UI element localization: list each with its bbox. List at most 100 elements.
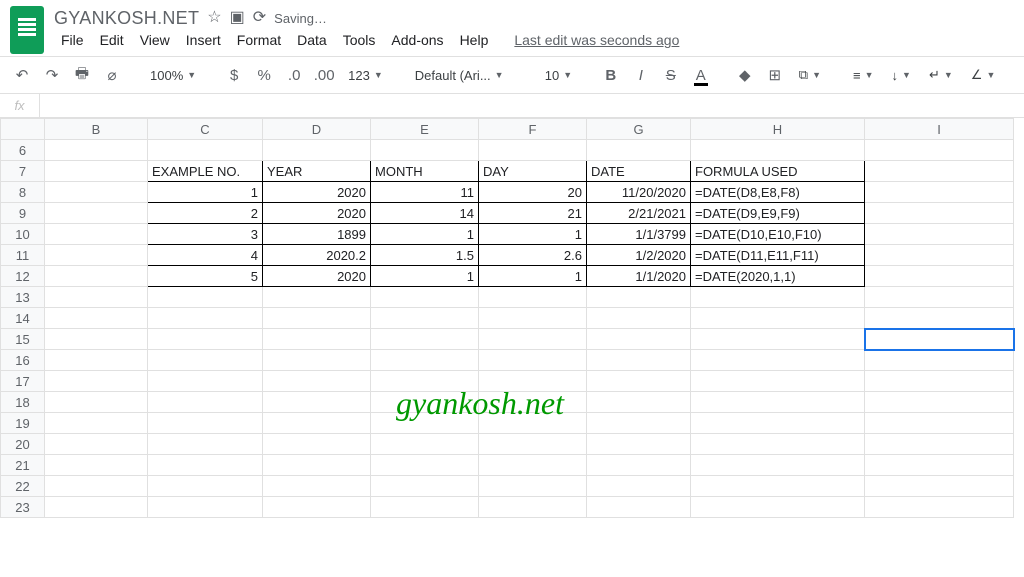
cell-I10[interactable] xyxy=(865,224,1014,245)
fill-color-button[interactable]: ◆ xyxy=(733,62,757,88)
redo-button[interactable]: ↷ xyxy=(40,62,64,88)
cell-E8[interactable]: 11 xyxy=(371,182,479,203)
cell-G14[interactable] xyxy=(587,308,691,329)
cell-C14[interactable] xyxy=(148,308,263,329)
cell-D15[interactable] xyxy=(263,329,371,350)
row-header-22[interactable]: 22 xyxy=(1,476,45,497)
cell-F18[interactable] xyxy=(479,392,587,413)
cell-E17[interactable] xyxy=(371,371,479,392)
cell-E13[interactable] xyxy=(371,287,479,308)
row-header-15[interactable]: 15 xyxy=(1,329,45,350)
zoom-dropdown[interactable]: 100%▼ xyxy=(144,68,202,83)
cell-F21[interactable] xyxy=(479,455,587,476)
cell-D18[interactable] xyxy=(263,392,371,413)
cell-E11[interactable]: 1.5 xyxy=(371,245,479,266)
text-wrap-button[interactable]: ↵▼ xyxy=(923,67,959,83)
cell-G7[interactable]: DATE xyxy=(587,161,691,182)
cell-F10[interactable]: 1 xyxy=(479,224,587,245)
cell-D6[interactable] xyxy=(263,140,371,161)
cell-I7[interactable] xyxy=(865,161,1014,182)
cell-C6[interactable] xyxy=(148,140,263,161)
cell-I21[interactable] xyxy=(865,455,1014,476)
cell-H18[interactable] xyxy=(691,392,865,413)
cell-G18[interactable] xyxy=(587,392,691,413)
cell-F19[interactable] xyxy=(479,413,587,434)
cell-B18[interactable] xyxy=(45,392,148,413)
cell-E14[interactable] xyxy=(371,308,479,329)
cell-H23[interactable] xyxy=(691,497,865,518)
menu-insert[interactable]: Insert xyxy=(179,30,228,50)
cell-D13[interactable] xyxy=(263,287,371,308)
cell-F23[interactable] xyxy=(479,497,587,518)
row-header-13[interactable]: 13 xyxy=(1,287,45,308)
cell-C23[interactable] xyxy=(148,497,263,518)
row-header-23[interactable]: 23 xyxy=(1,497,45,518)
vertical-align-button[interactable]: ↓▼ xyxy=(886,68,917,83)
cell-B22[interactable] xyxy=(45,476,148,497)
row-header-8[interactable]: 8 xyxy=(1,182,45,203)
cell-D11[interactable]: 2020.2 xyxy=(263,245,371,266)
cell-C20[interactable] xyxy=(148,434,263,455)
cell-C7[interactable]: EXAMPLE NO. xyxy=(148,161,263,182)
cell-I22[interactable] xyxy=(865,476,1014,497)
cell-F13[interactable] xyxy=(479,287,587,308)
cell-C8[interactable]: 1 xyxy=(148,182,263,203)
font-size-dropdown[interactable]: 10▼ xyxy=(539,68,579,83)
cell-F17[interactable] xyxy=(479,371,587,392)
cell-C16[interactable] xyxy=(148,350,263,371)
merge-cells-button[interactable]: ⧉▼ xyxy=(793,67,827,83)
cell-E15[interactable] xyxy=(371,329,479,350)
cell-F7[interactable]: DAY xyxy=(479,161,587,182)
menu-edit[interactable]: Edit xyxy=(93,30,131,50)
cell-D9[interactable]: 2020 xyxy=(263,203,371,224)
cell-E22[interactable] xyxy=(371,476,479,497)
cell-E7[interactable]: MONTH xyxy=(371,161,479,182)
cell-D10[interactable]: 1899 xyxy=(263,224,371,245)
menu-format[interactable]: Format xyxy=(230,30,288,50)
cell-C9[interactable]: 2 xyxy=(148,203,263,224)
cell-D8[interactable]: 2020 xyxy=(263,182,371,203)
cell-B7[interactable] xyxy=(45,161,148,182)
cell-F22[interactable] xyxy=(479,476,587,497)
row-header-20[interactable]: 20 xyxy=(1,434,45,455)
cell-B17[interactable] xyxy=(45,371,148,392)
cell-F14[interactable] xyxy=(479,308,587,329)
doc-title[interactable]: GYANKOSH.NET xyxy=(54,8,199,29)
cell-H15[interactable] xyxy=(691,329,865,350)
cell-E12[interactable]: 1 xyxy=(371,266,479,287)
col-header-C[interactable]: C xyxy=(148,119,263,140)
cell-E19[interactable] xyxy=(371,413,479,434)
cell-C19[interactable] xyxy=(148,413,263,434)
paint-format-button[interactable]: ⌀ xyxy=(100,62,124,88)
cell-B10[interactable] xyxy=(45,224,148,245)
spreadsheet-grid[interactable]: BCDEFGHI67EXAMPLE NO.YEARMONTHDAYDATEFOR… xyxy=(0,118,1024,518)
cell-F15[interactable] xyxy=(479,329,587,350)
cell-E21[interactable] xyxy=(371,455,479,476)
cell-G17[interactable] xyxy=(587,371,691,392)
cell-B12[interactable] xyxy=(45,266,148,287)
cell-G11[interactable]: 1/2/2020 xyxy=(587,245,691,266)
cell-C11[interactable]: 4 xyxy=(148,245,263,266)
cell-E9[interactable]: 14 xyxy=(371,203,479,224)
menu-file[interactable]: File xyxy=(54,30,91,50)
menu-tools[interactable]: Tools xyxy=(336,30,383,50)
col-header-I[interactable]: I xyxy=(865,119,1014,140)
undo-button[interactable]: ↶ xyxy=(10,62,34,88)
cell-B15[interactable] xyxy=(45,329,148,350)
cell-G13[interactable] xyxy=(587,287,691,308)
cell-D16[interactable] xyxy=(263,350,371,371)
cell-I23[interactable] xyxy=(865,497,1014,518)
cell-C21[interactable] xyxy=(148,455,263,476)
row-header-19[interactable]: 19 xyxy=(1,413,45,434)
cell-B6[interactable] xyxy=(45,140,148,161)
strikethrough-button[interactable]: S xyxy=(659,62,683,88)
cell-I17[interactable] xyxy=(865,371,1014,392)
cell-D7[interactable]: YEAR xyxy=(263,161,371,182)
cell-I16[interactable] xyxy=(865,350,1014,371)
cell-H21[interactable] xyxy=(691,455,865,476)
cell-D14[interactable] xyxy=(263,308,371,329)
row-header-11[interactable]: 11 xyxy=(1,245,45,266)
cell-I13[interactable] xyxy=(865,287,1014,308)
cell-D17[interactable] xyxy=(263,371,371,392)
cell-F6[interactable] xyxy=(479,140,587,161)
